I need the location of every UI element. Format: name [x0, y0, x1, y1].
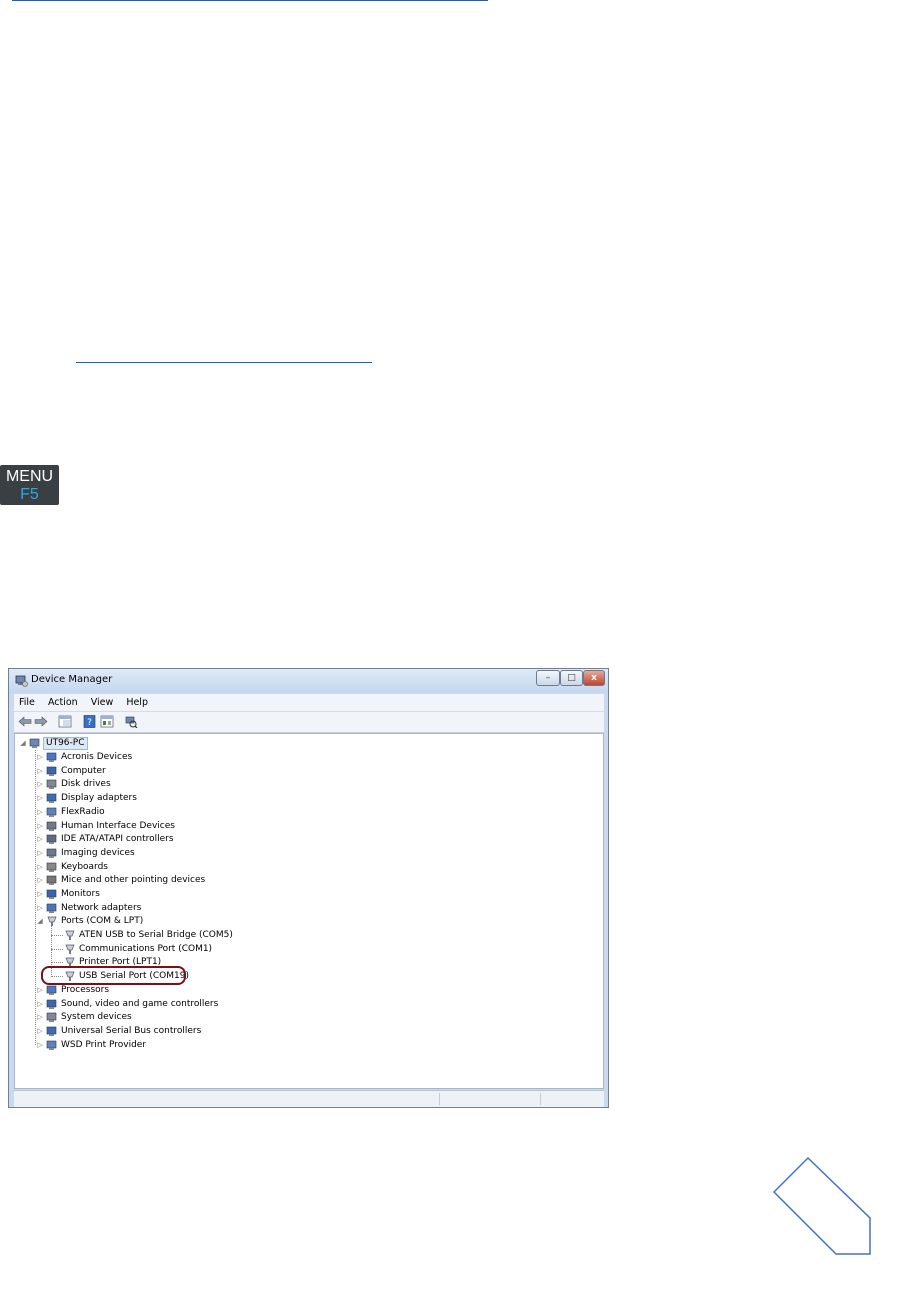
expand-arrow-icon[interactable]: ▷ — [36, 984, 44, 997]
back-arrow-icon[interactable] — [18, 715, 32, 728]
expand-arrow-icon[interactable]: ▷ — [36, 1039, 44, 1052]
forward-arrow-icon[interactable] — [34, 715, 48, 728]
toolbar: ? — [14, 712, 604, 733]
processor-icon — [46, 985, 57, 995]
tree-item-label: Keyboards — [61, 862, 108, 872]
hyperlink-underline[interactable] — [76, 362, 372, 363]
expand-arrow-icon[interactable]: ▷ — [36, 874, 44, 887]
display-adapter-icon — [46, 793, 57, 803]
tree-connector — [35, 750, 36, 1045]
window-title: Device Manager — [31, 674, 113, 685]
ide-controller-icon — [46, 834, 57, 844]
tree-item-label: Processors — [61, 985, 110, 995]
menu-view[interactable]: View — [86, 694, 119, 708]
acronis-device-icon — [46, 752, 57, 762]
menu-bar: File Action View Help — [14, 694, 604, 712]
expand-arrow-icon[interactable]: ▷ — [36, 847, 44, 860]
collapse-arrow-icon[interactable]: ◢ — [19, 737, 27, 750]
expand-arrow-icon[interactable]: ▷ — [36, 1025, 44, 1038]
properties-icon[interactable] — [100, 715, 114, 728]
expand-arrow-icon[interactable]: ▷ — [36, 998, 44, 1011]
menu-action[interactable]: Action — [43, 694, 83, 708]
show-hide-tree-icon[interactable] — [58, 715, 72, 728]
tree-item-label: Universal Serial Bus controllers — [61, 1026, 202, 1036]
collapse-arrow-icon[interactable]: ◢ — [36, 915, 44, 928]
flexradio-icon — [46, 807, 57, 817]
port-icon — [65, 944, 75, 954]
computer-icon — [29, 738, 40, 748]
svg-text:?: ? — [87, 718, 92, 728]
title-bar[interactable]: Device Manager – □ x — [9, 669, 608, 693]
menu-file[interactable]: File — [14, 694, 40, 708]
device-tree: ◢ UT96-PC ▷ Acronis Devices ▷ Computer ▷ Disk d… — [14, 733, 604, 1089]
tree-item-label: Imaging devices — [61, 848, 135, 858]
expand-arrow-icon[interactable]: ▷ — [36, 778, 44, 791]
expand-arrow-icon[interactable]: ▷ — [36, 806, 44, 819]
tree-item-label: System devices — [61, 1012, 132, 1022]
maximize-button[interactable]: □ — [560, 670, 583, 686]
expand-arrow-icon[interactable]: ▷ — [36, 861, 44, 874]
scan-hardware-icon[interactable] — [124, 715, 138, 728]
minimize-button[interactable]: – — [536, 670, 560, 686]
tree-item-label: FlexRadio — [61, 807, 105, 817]
imaging-device-icon — [46, 848, 57, 858]
tree-item-label: Human Interface Devices — [61, 821, 175, 831]
highlight-outline — [41, 966, 186, 985]
tree-item-label: Sound, video and game controllers — [61, 999, 219, 1009]
tree-item-label: ATEN USB to Serial Bridge (COM5) — [79, 930, 233, 940]
tree-item-label: Mice and other pointing devices — [61, 875, 206, 885]
expand-arrow-icon[interactable]: ▷ — [36, 792, 44, 805]
tree-item-label: Computer — [61, 766, 106, 776]
tree-connector — [51, 962, 63, 963]
hid-icon — [46, 821, 57, 831]
port-icon — [47, 916, 57, 926]
hyperlink-underline[interactable] — [12, 0, 488, 1]
expand-arrow-icon[interactable]: ▷ — [36, 833, 44, 846]
tree-item-label: Disk drives — [61, 779, 111, 789]
help-icon[interactable]: ? — [83, 715, 97, 728]
device-manager-icon — [15, 675, 28, 687]
tree-item-label: WSD Print Provider — [61, 1040, 147, 1050]
tree-item-label: Network adapters — [61, 903, 142, 913]
usb-icon — [46, 1026, 57, 1036]
system-device-icon — [46, 1012, 57, 1022]
tree-item-label: Acronis Devices — [61, 752, 133, 762]
expand-arrow-icon[interactable]: ▷ — [36, 1011, 44, 1024]
menu-help[interactable]: Help — [121, 694, 153, 708]
status-divider — [439, 1093, 440, 1105]
tree-item-label: Display adapters — [61, 793, 137, 803]
tree-item-label: Ports (COM & LPT) — [61, 916, 144, 926]
pentagon-arrow-shape — [772, 1156, 871, 1255]
sound-icon — [46, 999, 57, 1009]
monitor-icon — [46, 889, 57, 899]
printer-icon — [46, 1040, 57, 1050]
mouse-icon — [46, 875, 57, 885]
device-manager-window: Device Manager – □ x File Action View He… — [8, 668, 609, 1108]
expand-arrow-icon[interactable]: ▷ — [36, 820, 44, 833]
network-adapter-icon — [46, 903, 57, 913]
expand-arrow-icon[interactable]: ▷ — [36, 902, 44, 915]
expand-arrow-icon[interactable]: ▷ — [36, 751, 44, 764]
tree-item-label: IDE ATA/ATAPI controllers — [61, 834, 174, 844]
status-divider — [540, 1093, 541, 1105]
status-bar — [14, 1090, 604, 1107]
port-icon — [65, 930, 75, 940]
f5-key-label: F5 — [20, 486, 39, 503]
tree-connector — [51, 935, 63, 936]
menu-f5-key-image: MENU F5 — [0, 465, 59, 505]
close-button[interactable]: x — [583, 670, 605, 686]
tree-connector — [51, 949, 63, 950]
menu-key-label: MENU — [5, 468, 54, 485]
keyboard-icon — [46, 862, 57, 872]
tree-root-label: UT96-PC — [43, 737, 88, 750]
tree-item-label: Monitors — [61, 889, 100, 899]
disk-drive-icon — [46, 779, 57, 789]
computer-icon — [46, 766, 57, 776]
expand-arrow-icon[interactable]: ▷ — [36, 888, 44, 901]
expand-arrow-icon[interactable]: ▷ — [36, 765, 44, 778]
tree-item-label: Communications Port (COM1) — [79, 944, 213, 954]
